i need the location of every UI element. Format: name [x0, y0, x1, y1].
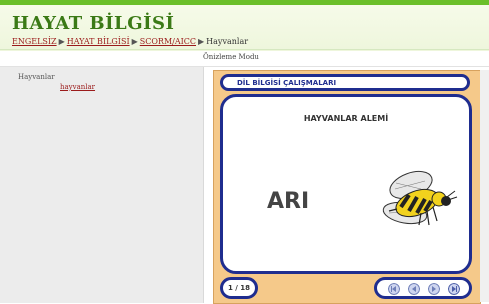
breadcrumb-separator-icon: ▶	[58, 37, 65, 46]
section-header: DİL BİLGİSİ ÇALIŞMALARI	[220, 74, 470, 91]
breadcrumb-separator-icon: ▶	[198, 37, 205, 46]
last-page-icon[interactable]	[448, 283, 460, 295]
breadcrumb-link-hayat-bilgisi[interactable]: HAYAT BİLGİSİ	[67, 37, 130, 46]
next-page-icon[interactable]	[428, 283, 440, 295]
content-title: HAYVANLAR ALEMİ	[303, 114, 389, 123]
vertical-scrollbar[interactable]	[480, 70, 489, 302]
scorm-player: DİL BİLGİSİ ÇALIŞMALARI HAYVANLAR ALEMİ …	[213, 70, 481, 304]
breadcrumb: ENGELSİZ ▶ HAYAT BİLGİSİ ▶ SCORM/AICC ▶ Hayvan…	[12, 37, 248, 46]
navigation-controls	[374, 277, 472, 299]
previous-page-icon[interactable]	[408, 283, 420, 295]
page-header: HAYAT BİLGİSİ ENGELSİZ ▶ HAYAT BİLGİSİ ▶ SCO…	[0, 5, 489, 51]
page-title: HAYAT BİLGİSİ	[12, 13, 175, 34]
content-panel: HAYVANLAR ALEMİ ARI	[220, 94, 472, 274]
breadcrumb-link-scorm[interactable]: SCORM/AICC	[140, 37, 196, 46]
page-indicator: 1 / 18	[220, 277, 258, 299]
header-divider	[0, 49, 489, 50]
breadcrumb-separator-icon: ▶	[131, 37, 138, 46]
tree-item-hayvanlar[interactable]: hayvanlar	[60, 83, 95, 91]
bee-illustration	[382, 170, 458, 226]
page-indicator-text: 1 / 18	[227, 284, 251, 292]
vocabulary-word: ARI	[267, 189, 310, 214]
breadcrumb-link-engelsiz[interactable]: ENGELSİZ	[12, 37, 57, 46]
section-title: DİL BİLGİSİ ÇALIŞMALARI	[237, 79, 337, 87]
sidebar-tree: Hayvanlar hayvanlar	[0, 67, 204, 303]
breadcrumb-current: Hayvanlar	[206, 37, 249, 46]
first-page-icon[interactable]	[388, 283, 400, 295]
preview-mode-label: Önizleme Modu	[203, 53, 259, 61]
tree-root-label: Hayvanlar	[18, 73, 55, 81]
